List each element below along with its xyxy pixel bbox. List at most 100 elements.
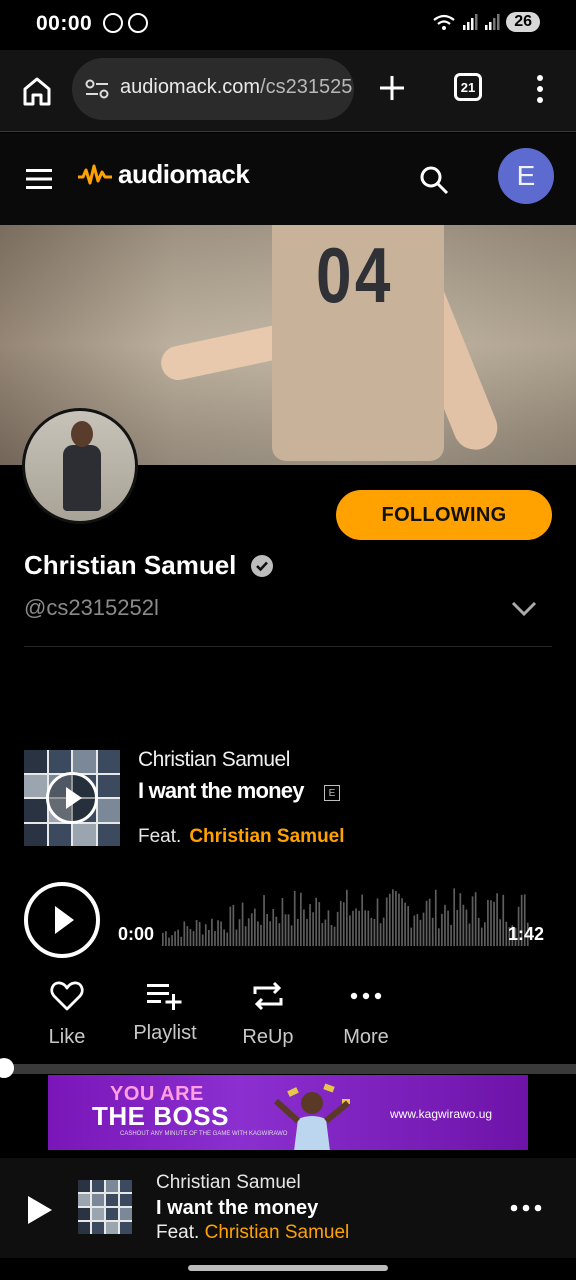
heart-icon bbox=[50, 981, 84, 1011]
waveform-bar bbox=[339, 900, 342, 946]
waveform-bar bbox=[235, 929, 238, 946]
waveform-bar bbox=[355, 908, 357, 946]
waveform-bar bbox=[293, 890, 296, 946]
ad-banner[interactable]: YOU ARE THE BOSS CASHOUT ANY MINUTE OF T… bbox=[48, 1075, 528, 1150]
waveform-bar bbox=[186, 926, 189, 946]
waveform-bar bbox=[453, 888, 456, 946]
track-title[interactable]: I want the money bbox=[138, 778, 304, 804]
cover-play-button[interactable] bbox=[46, 772, 98, 824]
waveform-bar bbox=[183, 921, 186, 946]
status-time: 00:00 bbox=[36, 12, 93, 35]
waveform-scrubber[interactable] bbox=[162, 884, 530, 948]
browser-toolbar: audiomack.com/cs231525 21 bbox=[0, 50, 576, 132]
waveform-bar bbox=[287, 914, 290, 946]
waveform-bar bbox=[324, 919, 327, 946]
mini-feat-artist[interactable]: Christian Samuel bbox=[205, 1222, 350, 1243]
waveform-bar bbox=[422, 912, 425, 946]
waveform-bar bbox=[398, 893, 400, 946]
waveform-bar bbox=[266, 913, 268, 946]
waveform-bar bbox=[211, 918, 213, 946]
waveform-bar bbox=[471, 896, 474, 946]
waveform-bar bbox=[349, 915, 351, 946]
waveform-bar bbox=[370, 917, 373, 946]
waveform-bar bbox=[232, 904, 235, 946]
whatsapp-icon bbox=[128, 13, 148, 33]
progress-knob[interactable] bbox=[0, 1058, 14, 1078]
waveform-bar bbox=[361, 894, 364, 946]
banner-jersey-number: 04 bbox=[316, 231, 394, 319]
more-dots-icon[interactable] bbox=[510, 1202, 542, 1214]
address-bar[interactable]: audiomack.com/cs231525 bbox=[72, 58, 354, 120]
mini-play-icon[interactable] bbox=[26, 1194, 54, 1226]
url-text[interactable]: audiomack.com/cs231525 bbox=[120, 76, 352, 99]
waveform-bar bbox=[198, 921, 201, 946]
track-artist[interactable]: Christian Samuel bbox=[138, 748, 290, 772]
divider bbox=[24, 646, 552, 647]
tab-switcher-button[interactable]: 21 bbox=[454, 73, 482, 101]
account-avatar[interactable]: E bbox=[498, 148, 554, 204]
action-label: More bbox=[343, 1026, 389, 1048]
status-indicators: 26 bbox=[432, 12, 540, 32]
wifi-icon bbox=[433, 14, 455, 30]
play-button[interactable] bbox=[24, 882, 100, 958]
chevron-down-icon[interactable] bbox=[510, 598, 538, 618]
waveform-bar bbox=[284, 914, 287, 946]
waveform-bar bbox=[373, 918, 376, 946]
hamburger-menu-icon[interactable] bbox=[26, 168, 52, 190]
like-button[interactable]: Like bbox=[27, 980, 107, 1049]
progress-track[interactable] bbox=[0, 1064, 576, 1074]
waveform-bar bbox=[465, 909, 468, 946]
waveform-bar bbox=[192, 931, 195, 946]
following-button[interactable]: FOLLOWING bbox=[336, 490, 552, 540]
waveform-bar bbox=[275, 916, 278, 946]
waveform-bar bbox=[217, 920, 219, 946]
app-header: audiomack E bbox=[0, 133, 576, 225]
signal-icon bbox=[485, 14, 500, 30]
waveform-bar bbox=[447, 910, 449, 946]
url-host: audiomack.com bbox=[120, 76, 261, 98]
new-tab-icon[interactable] bbox=[376, 72, 408, 104]
waveform-bar bbox=[342, 902, 345, 946]
waveform-bar bbox=[330, 924, 333, 946]
mini-title[interactable]: I want the money bbox=[156, 1197, 318, 1220]
add-to-playlist-button[interactable]: Playlist bbox=[125, 980, 205, 1045]
home-icon[interactable] bbox=[20, 74, 54, 108]
waveform-bar bbox=[195, 920, 198, 946]
repost-icon bbox=[253, 981, 283, 1011]
track-cover-art[interactable] bbox=[24, 750, 120, 846]
waveform-bar bbox=[321, 923, 324, 946]
waveform-bar bbox=[165, 931, 167, 946]
waveform-bar bbox=[204, 924, 207, 946]
waveform-bar bbox=[226, 932, 229, 946]
mini-artist: Christian Samuel bbox=[156, 1172, 301, 1193]
waveform-bar bbox=[456, 910, 459, 946]
more-button[interactable]: More bbox=[326, 980, 406, 1049]
waveform-bar bbox=[438, 928, 440, 946]
track-duration: 1:42 bbox=[508, 924, 545, 944]
audiomack-logo[interactable]: audiomack bbox=[78, 159, 250, 190]
explicit-badge: E bbox=[324, 785, 340, 801]
search-icon[interactable] bbox=[418, 164, 450, 196]
waveform-bar bbox=[376, 898, 379, 946]
waveform-bar bbox=[416, 914, 419, 946]
browser-menu-icon[interactable] bbox=[526, 72, 554, 106]
waveform-bar bbox=[441, 913, 443, 946]
waveform-bar bbox=[269, 921, 272, 946]
waveform-bar bbox=[395, 890, 397, 946]
waveform-bar bbox=[296, 918, 299, 946]
elapsed-time: 0:00 bbox=[118, 924, 155, 944]
waveform-bar bbox=[189, 929, 192, 946]
mini-cover-art[interactable] bbox=[78, 1180, 132, 1234]
waveform-bar bbox=[401, 898, 403, 946]
feat-artist-link[interactable]: Christian Samuel bbox=[189, 826, 344, 847]
gesture-nav-bar[interactable] bbox=[188, 1265, 388, 1271]
waveform-bar bbox=[312, 912, 314, 946]
waveform-bar bbox=[477, 917, 480, 946]
logo-text: audiomack bbox=[118, 159, 250, 189]
cover-collage bbox=[78, 1180, 132, 1234]
waveform-bar bbox=[171, 935, 173, 946]
action-label: Like bbox=[48, 1026, 86, 1048]
waveform-bar bbox=[407, 906, 410, 946]
reup-button[interactable]: ReUp bbox=[228, 980, 308, 1049]
site-settings-icon[interactable] bbox=[84, 78, 110, 100]
